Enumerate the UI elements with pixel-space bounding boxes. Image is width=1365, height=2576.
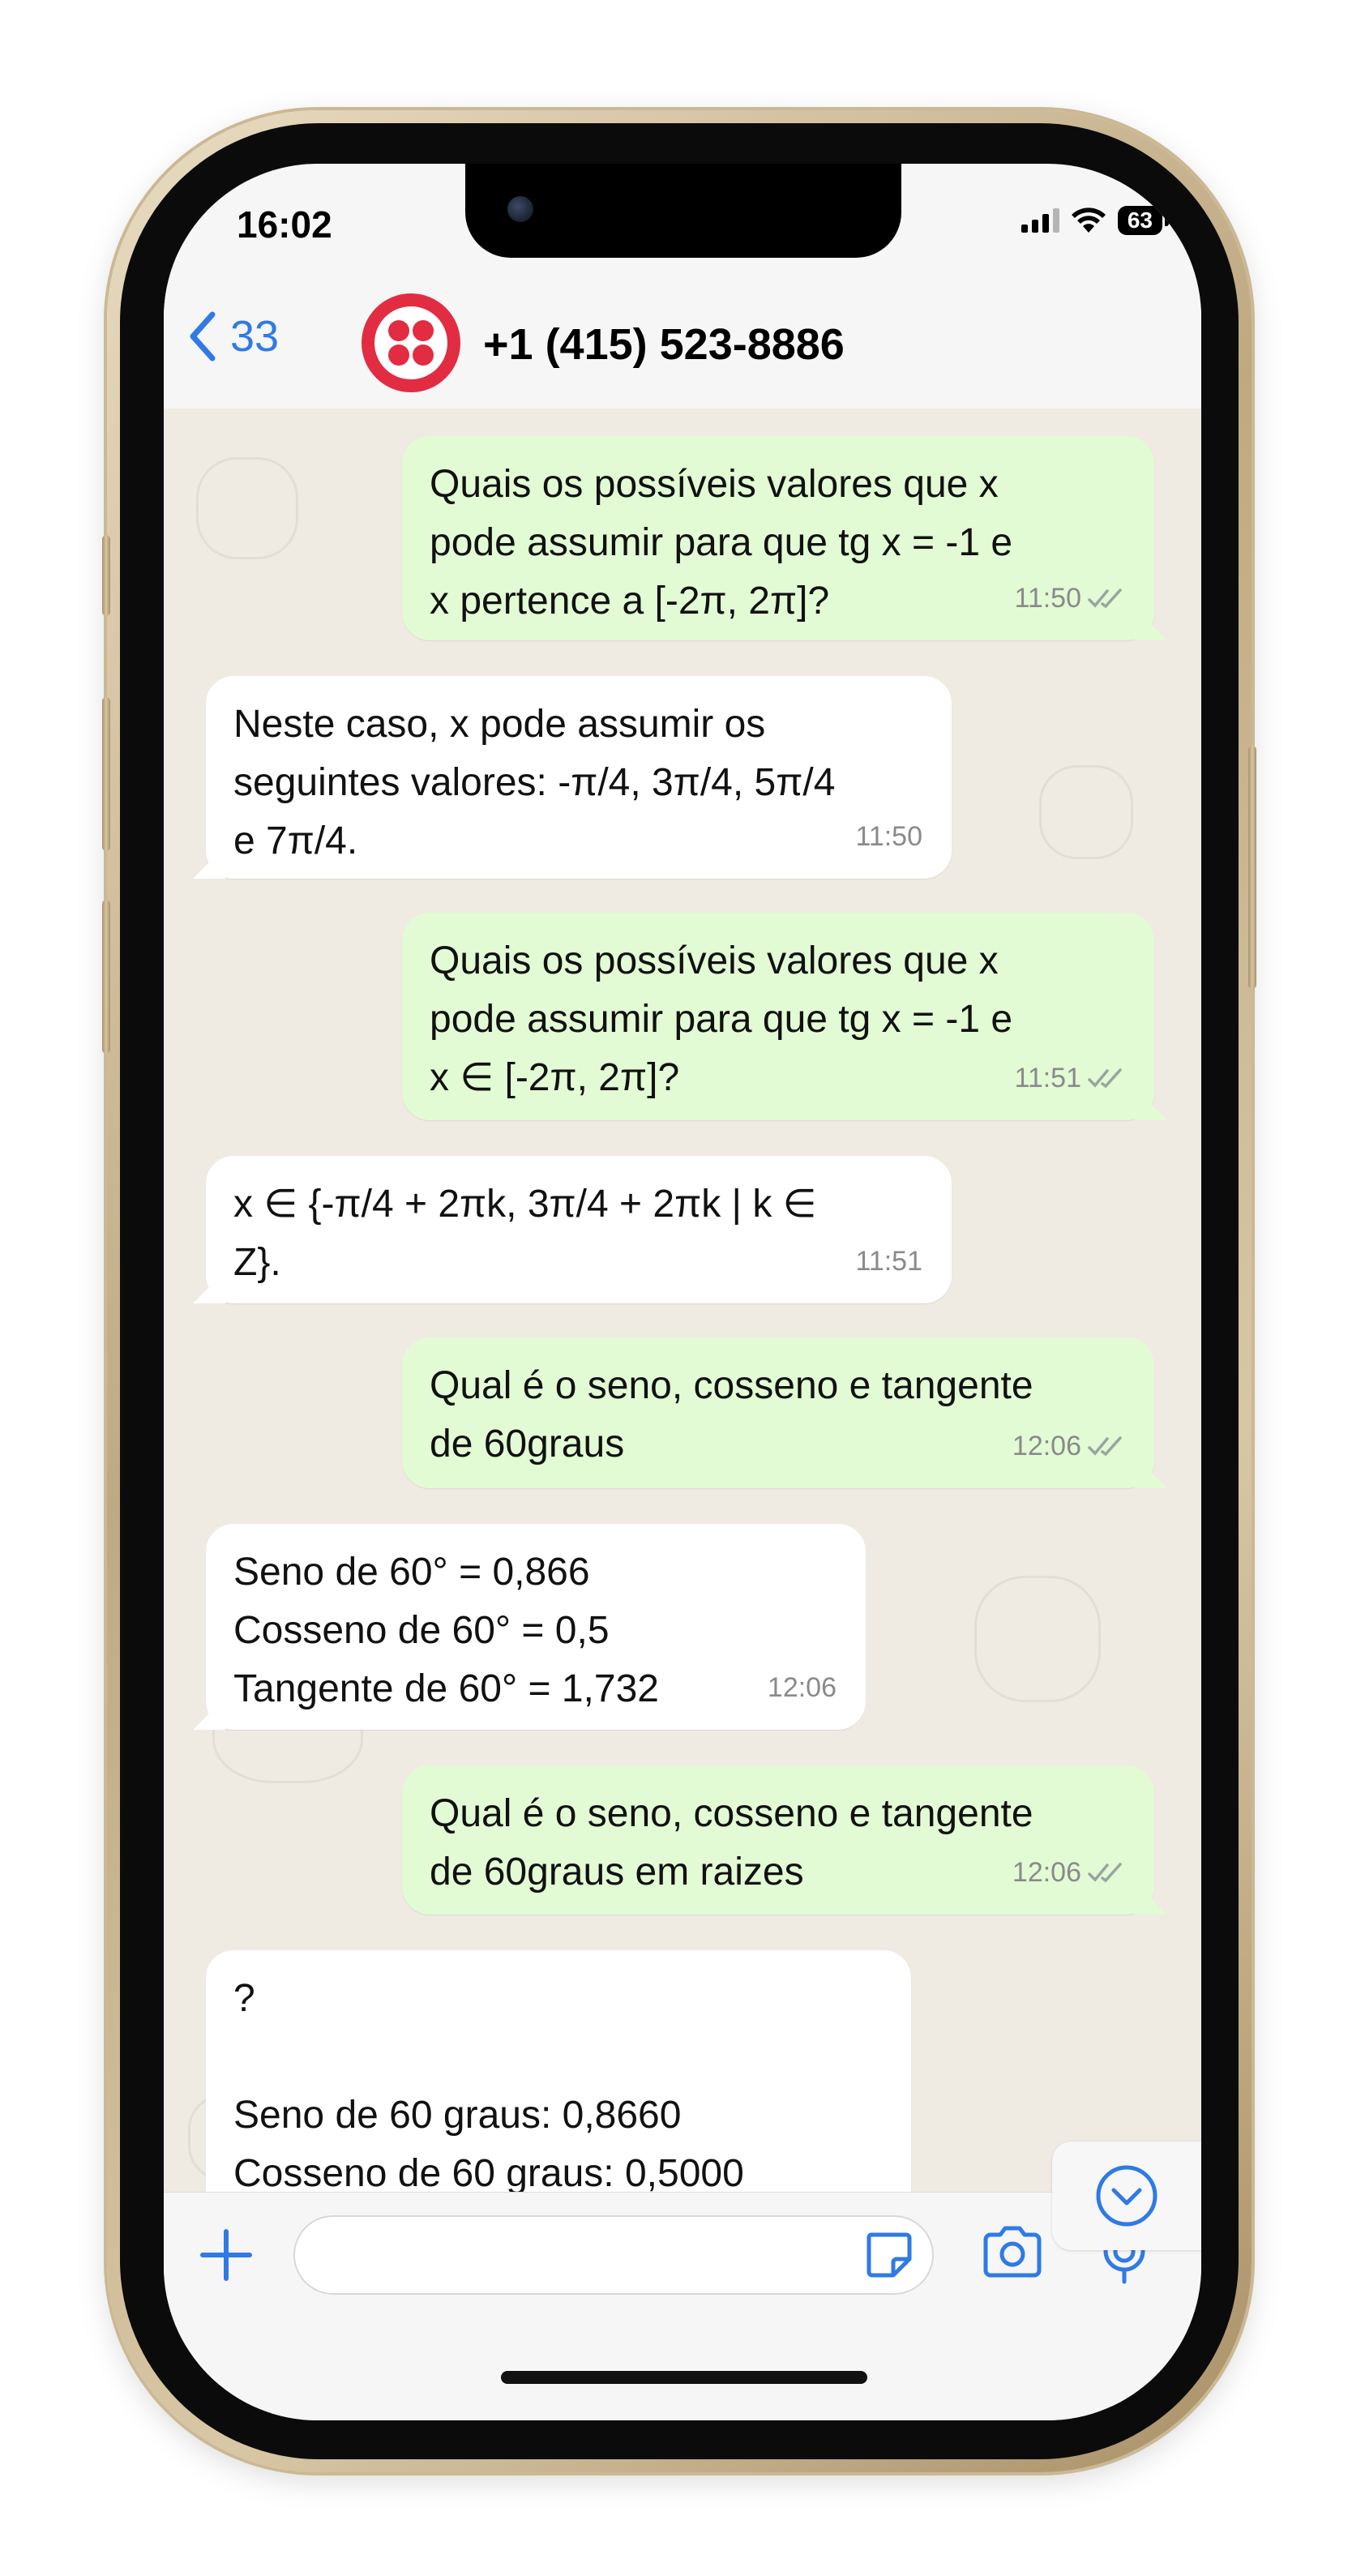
message-bubble-incoming[interactable]: ? Seno de 60 graus: 0,8660 Cosseno de 60… [206, 1950, 911, 2192]
bubble-tail [193, 1271, 225, 1303]
bubble-tail [193, 846, 225, 879]
plus-icon[interactable] [198, 2227, 255, 2283]
contact-avatar[interactable] [362, 293, 460, 392]
notch [465, 164, 901, 258]
wifi-icon [1071, 208, 1106, 233]
status-time: 16:02 [237, 203, 332, 246]
contact-name[interactable]: +1 (415) 523-8886 [483, 319, 845, 370]
double-check-icon [1088, 1436, 1122, 1457]
message-bubble-outgoing[interactable]: Qual é o seno, cosseno e tangente de 60g… [402, 1337, 1167, 1488]
message-bubble-outgoing[interactable]: Qual é o seno, cosseno e tangente de 60g… [402, 1765, 1167, 1915]
message-composer [164, 2192, 1201, 2420]
phone-screen: 16:02 63 33 +1 (415) 523-8886 Quais os p… [164, 164, 1201, 2420]
chat-header: 33 +1 (415) 523-8886 [164, 253, 1201, 409]
message-list[interactable]: Quais os possíveis valores que x pode as… [164, 409, 1201, 2192]
chevron-down-circle-icon [1096, 2165, 1157, 2227]
message-text: x ∈ {-π/4 + 2πk, 3π/4 + 2πk | k ∈ Z}. [233, 1183, 817, 1284]
bubble-tail [1135, 1088, 1167, 1120]
chevron-left-icon [190, 311, 216, 362]
message-bubble-outgoing[interactable]: Quais os possíveis valores que x pode as… [402, 913, 1167, 1120]
message-text: Seno de 60° = 0,866 Cosseno de 60° = 0,5… [233, 1551, 659, 1710]
side-button [102, 535, 110, 616]
message-meta: 11:51 [1014, 1049, 1125, 1107]
message-bubble-outgoing[interactable]: Quais os possíveis valores que x pode as… [402, 436, 1167, 640]
message-time: 11:51 [1014, 1063, 1081, 1093]
message-meta: 11:50 [855, 807, 922, 866]
message-meta: 12:06 [1012, 1417, 1125, 1475]
camera-icon[interactable] [981, 2225, 1044, 2279]
bubble-tail [1135, 1882, 1167, 1915]
wallpaper-doodle [1039, 765, 1133, 859]
double-check-icon [1088, 1863, 1122, 1883]
status-icons: 63 [1021, 206, 1170, 235]
message-meta: 11:50 [1014, 569, 1125, 627]
scroll-to-bottom-button[interactable] [1052, 2142, 1201, 2250]
back-unread-count: 33 [230, 312, 280, 361]
power-button [1248, 746, 1256, 989]
volume-up-button [102, 697, 110, 851]
double-check-icon [1088, 1068, 1122, 1089]
back-button[interactable]: 33 [188, 311, 279, 362]
message-time: 11:50 [1014, 583, 1081, 614]
message-time: 11:51 [855, 1246, 922, 1277]
message-time: 12:06 [1012, 1431, 1081, 1461]
message-text: Neste caso, x pode assumir os seguintes … [233, 703, 836, 862]
sticker-icon[interactable] [862, 2228, 914, 2280]
message-time: 12:06 [1012, 1857, 1081, 1888]
volume-down-button [102, 900, 110, 1054]
cellular-signal-icon [1021, 208, 1059, 233]
message-meta: 11:51 [855, 1232, 922, 1290]
wallpaper-doodle [974, 1576, 1101, 1702]
message-input[interactable] [293, 2215, 934, 2295]
front-camera [507, 196, 533, 222]
message-meta: 12:06 [768, 1658, 837, 1717]
bubble-tail [1135, 1456, 1167, 1488]
message-time: 11:50 [855, 821, 922, 852]
message-bubble-incoming[interactable]: x ∈ {-π/4 + 2πk, 3π/4 + 2πk | k ∈ Z}. 11… [193, 1156, 952, 1303]
double-check-icon [1088, 588, 1122, 609]
battery-indicator: 63 [1117, 206, 1170, 235]
message-text: ? Seno de 60 graus: 0,8660 Cosseno de 60… [233, 1977, 744, 2192]
message-bubble-incoming[interactable]: Neste caso, x pode assumir os seguintes … [193, 676, 952, 879]
message-meta: 12:06 [1012, 1843, 1125, 1902]
bubble-tail [193, 1697, 225, 1730]
home-indicator[interactable] [501, 2371, 867, 2384]
message-time: 12:06 [767, 1672, 837, 1703]
bubble-tail [1135, 608, 1167, 640]
wallpaper-doodle [196, 457, 298, 559]
message-bubble-incoming[interactable]: Seno de 60° = 0,866 Cosseno de 60° = 0,5… [193, 1524, 866, 1730]
